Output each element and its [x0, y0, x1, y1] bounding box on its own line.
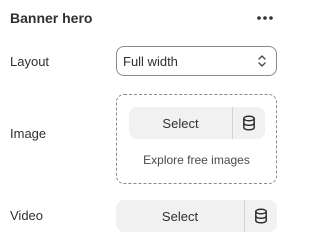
- layout-label: Layout: [10, 54, 50, 69]
- video-library-button[interactable]: [245, 200, 277, 232]
- panel-header: Banner hero: [10, 6, 277, 30]
- image-select-button-group: Select: [129, 107, 265, 139]
- database-icon: [255, 208, 267, 224]
- layout-select[interactable]: Full width: [116, 46, 277, 76]
- more-actions-button[interactable]: [253, 6, 277, 30]
- select-chevrons-icon: [258, 55, 266, 67]
- panel-title: Banner hero: [10, 10, 93, 26]
- video-label: Video: [10, 208, 44, 223]
- video-select-button-group: Select: [116, 200, 277, 232]
- banner-hero-settings-panel: Banner hero Layout Full width Image Sele…: [0, 0, 287, 250]
- image-library-button[interactable]: [233, 107, 265, 139]
- image-select-button[interactable]: Select: [129, 107, 232, 139]
- database-icon: [243, 115, 255, 131]
- video-select-button[interactable]: Select: [116, 200, 244, 232]
- layout-select-value: Full width: [123, 54, 178, 69]
- image-dropzone[interactable]: Select Explore free images: [116, 94, 277, 184]
- explore-free-images-link[interactable]: Explore free images: [117, 153, 276, 167]
- image-label: Image: [10, 126, 47, 141]
- more-horizontal-icon: [257, 16, 273, 20]
